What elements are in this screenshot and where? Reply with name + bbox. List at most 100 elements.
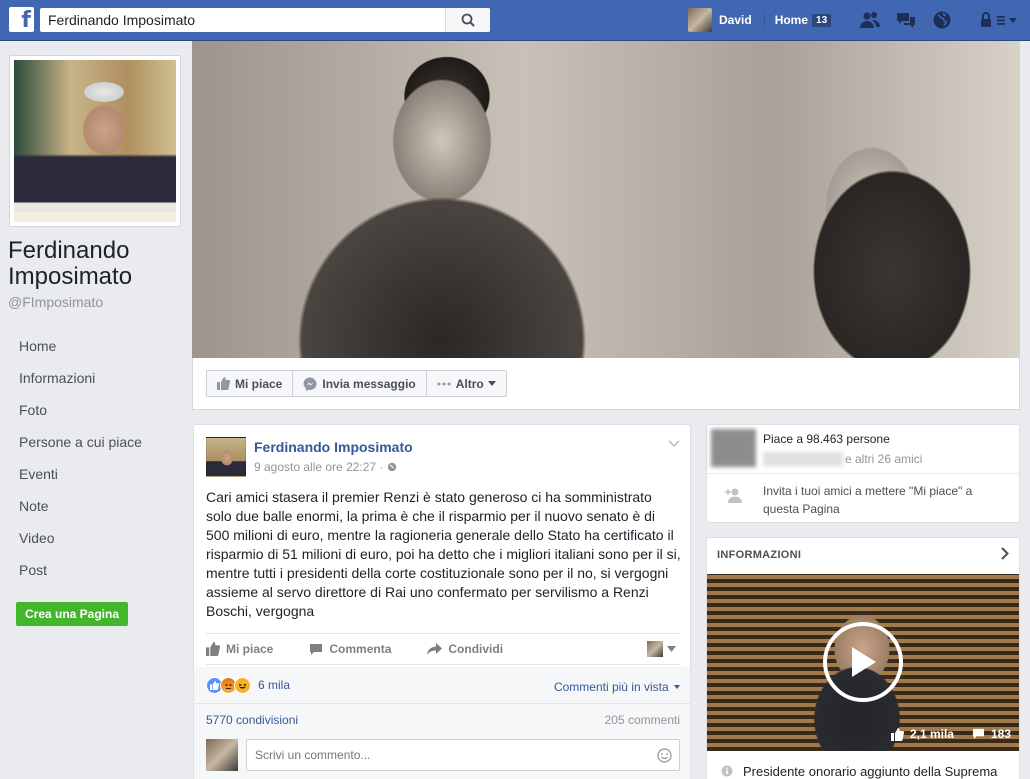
create-page-button[interactable]: Crea una Pagina — [16, 602, 128, 626]
nav-item-video[interactable]: Video — [0, 526, 192, 558]
play-icon[interactable] — [823, 622, 903, 702]
shares-row: 5770 condivisioni 205 commenti — [194, 703, 690, 735]
post-timestamp[interactable]: 9 agosto alle ore 22:27 · — [254, 460, 397, 475]
nav-item-foto[interactable]: Foto — [0, 398, 192, 430]
home-count-badge: 13 — [812, 13, 832, 27]
send-message-label: Invia messaggio — [322, 376, 416, 391]
video-comments-count: 183 — [990, 727, 1011, 741]
emoji-icon[interactable] — [657, 748, 672, 766]
post-meta-separator: · — [379, 460, 387, 474]
page-profile-picture[interactable] — [9, 55, 181, 227]
account-menu-icon[interactable] — [996, 9, 1020, 31]
identity-avatar — [647, 641, 663, 657]
post-actions-bar: Mi piace Commenta Condividi — [206, 633, 680, 665]
video-likes-count: 2,1 mila — [909, 727, 954, 741]
top-navigation-bar: f David Home 13 — [0, 0, 1030, 41]
post-like-button[interactable]: Mi piace — [206, 642, 273, 656]
search-bar — [40, 8, 490, 32]
divider — [707, 473, 1019, 474]
blurred-friend-names — [763, 452, 843, 466]
info-box: INFORMAZIONI 2,1 mila 183 Presidente ono… — [706, 537, 1020, 779]
messages-icon[interactable] — [894, 9, 918, 31]
search-input[interactable] — [40, 8, 445, 32]
post-author-name[interactable]: Ferdinando Imposimato — [254, 439, 413, 455]
page-likes-count[interactable]: Piace a 98.463 persone — [763, 432, 890, 446]
search-button[interactable] — [445, 8, 490, 32]
info-title[interactable]: INFORMAZIONI — [717, 549, 801, 561]
nav-item-persone-a-cui-piace[interactable]: Persone a cui piace — [0, 430, 192, 462]
friends-thumbnail — [711, 429, 756, 467]
post-author-avatar[interactable] — [206, 437, 246, 477]
page-likes-box: Piace a 98.463 persone e altri 26 amici … — [706, 424, 1020, 523]
profile-photo — [14, 60, 176, 222]
thumbs-up-icon — [206, 642, 220, 656]
post-share-label: Condividi — [448, 642, 504, 656]
caret-down-icon — [487, 381, 496, 386]
post-like-label: Mi piace — [226, 642, 274, 656]
friends-like-text[interactable]: e altri 26 amici — [845, 452, 922, 466]
video-likes: 2,1 mila — [890, 727, 954, 741]
more-dots-icon — [437, 382, 451, 386]
cover-photo[interactable] — [192, 41, 1020, 358]
reactions-count[interactable]: 6 mila — [258, 678, 290, 692]
chevron-right-icon[interactable] — [1001, 547, 1009, 563]
search-icon — [461, 13, 475, 27]
privacy-shortcuts-icon[interactable] — [974, 9, 998, 31]
more-label: Altro — [455, 376, 484, 391]
comment-composer — [194, 735, 690, 779]
post-identity-selector[interactable] — [647, 641, 676, 657]
like-page-button[interactable]: Mi piace — [207, 371, 294, 396]
page-action-buttons: Mi piace Invia messaggio Altro — [206, 370, 507, 397]
page-left-nav: Home Informazioni Foto Persone a cui pia… — [0, 334, 192, 590]
nav-item-eventi[interactable]: Eventi — [0, 462, 192, 494]
like-page-label: Mi piace — [235, 376, 283, 391]
post-comment-label: Commenta — [329, 642, 392, 656]
reactions-row: 6 mila Commenti più in vista — [194, 667, 690, 703]
video-stats: 2,1 mila 183 — [873, 727, 1011, 741]
nav-item-post[interactable]: Post — [0, 558, 192, 590]
comment-icon — [972, 728, 985, 740]
post-share-button[interactable]: Condividi — [427, 642, 503, 656]
page-name[interactable]: Ferdinando Imposimato — [8, 238, 188, 290]
comment-icon — [309, 643, 323, 656]
comments-count[interactable]: 205 commenti — [605, 713, 680, 727]
nav-item-informazioni[interactable]: Informazioni — [0, 366, 192, 398]
add-friend-icon — [725, 487, 743, 506]
invite-friends-link[interactable]: Invita i tuoi amici a mettere "Mi piace"… — [763, 482, 1003, 518]
post-body-text: Cari amici stasera il premier Renzi è st… — [206, 489, 681, 619]
home-link[interactable]: Home — [775, 13, 808, 27]
nav-icons — [858, 9, 1020, 31]
more-button[interactable]: Altro — [427, 371, 506, 396]
info-description: Presidente onorario aggiunto della Supre… — [743, 764, 998, 779]
nav-item-note[interactable]: Note — [0, 494, 192, 526]
shares-count-link[interactable]: 5770 condivisioni — [206, 713, 298, 727]
reaction-icons[interactable] — [206, 677, 251, 694]
nav-item-home[interactable]: Home — [0, 334, 192, 366]
notifications-globe-icon[interactable] — [930, 9, 954, 31]
info-circle-icon — [721, 765, 733, 779]
messenger-icon — [303, 377, 317, 391]
user-name-link[interactable]: David — [719, 13, 752, 27]
post-timestamp-text: 9 agosto alle ore 22:27 — [254, 460, 377, 474]
post-card: Ferdinando Imposimato 9 agosto alle ore … — [193, 424, 691, 779]
comments-sort-dropdown[interactable]: Commenti più in vista — [554, 678, 680, 694]
thumbs-up-icon — [217, 377, 230, 390]
caret-down-icon — [674, 678, 680, 692]
thumbs-up-icon — [890, 727, 904, 741]
nav-divider — [763, 11, 765, 29]
send-message-button[interactable]: Invia messaggio — [293, 371, 427, 396]
facebook-logo[interactable]: f — [9, 7, 34, 32]
post-comment-button[interactable]: Commenta — [309, 642, 391, 656]
user-avatar[interactable] — [688, 8, 712, 32]
comment-input[interactable] — [246, 739, 680, 771]
caret-down-icon — [667, 646, 676, 652]
page-handle[interactable]: @FImposimato — [8, 294, 103, 310]
info-description-row: Presidente onorario aggiunto della Supre… — [707, 751, 1019, 779]
haha-reaction-icon — [234, 677, 251, 694]
cover-action-bar: Mi piace Invia messaggio Altro — [192, 358, 1020, 410]
post-options-chevron-icon[interactable] — [668, 437, 680, 451]
featured-video[interactable]: 2,1 mila 183 — [707, 574, 1019, 751]
friend-requests-icon[interactable] — [858, 9, 882, 31]
video-comments: 183 — [972, 727, 1011, 741]
user-nav: David Home 13 — [688, 8, 832, 32]
